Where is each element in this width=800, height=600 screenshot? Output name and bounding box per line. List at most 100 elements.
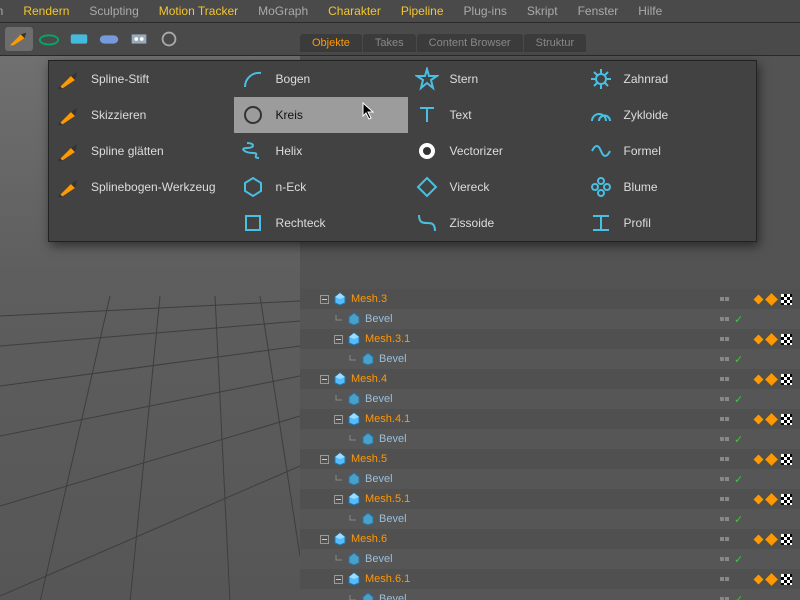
- expand-toggle-icon[interactable]: [334, 575, 343, 584]
- phong-tag-icon[interactable]: [765, 373, 778, 386]
- phong-tag-icon[interactable]: [754, 294, 764, 304]
- phong-tag-icon[interactable]: [765, 293, 778, 306]
- menu-skript[interactable]: Skript: [527, 4, 558, 18]
- uvw-tag-icon[interactable]: [781, 414, 792, 425]
- spline-spline-gl-tten[interactable]: Spline glätten: [49, 133, 234, 169]
- phong-tag-icon[interactable]: [765, 413, 778, 426]
- object-row-mesh[interactable]: Mesh.6.1: [300, 569, 800, 589]
- tool-3-icon[interactable]: [65, 27, 93, 51]
- visibility-dots-icon[interactable]: [720, 557, 729, 561]
- expand-toggle-icon[interactable]: [320, 535, 329, 544]
- spline-bogen[interactable]: Bogen: [234, 61, 408, 97]
- menu-rendern[interactable]: Rendern: [23, 4, 69, 18]
- visibility-dots-icon[interactable]: [720, 417, 729, 421]
- object-row-bevel[interactable]: Bevel✓: [300, 469, 800, 489]
- enable-check-icon[interactable]: ✓: [734, 393, 743, 406]
- uvw-tag-icon[interactable]: [781, 294, 792, 305]
- phong-tag-icon[interactable]: [754, 374, 764, 384]
- phong-tag-icon[interactable]: [765, 333, 778, 346]
- menu-pipeline[interactable]: Pipeline: [401, 4, 444, 18]
- spline-zissoide[interactable]: Zissoide: [408, 205, 582, 241]
- phong-tag-icon[interactable]: [754, 414, 764, 424]
- visibility-dots-icon[interactable]: [720, 457, 729, 461]
- object-row-mesh[interactable]: Mesh.3.1: [300, 329, 800, 349]
- menu-ren[interactable]: ren: [0, 4, 3, 18]
- spline-text[interactable]: Text: [408, 97, 582, 133]
- visibility-dots-icon[interactable]: [720, 437, 729, 441]
- phong-tag-icon[interactable]: [754, 334, 764, 344]
- visibility-dots-icon[interactable]: [720, 517, 729, 521]
- expand-toggle-icon[interactable]: [320, 295, 329, 304]
- expand-toggle-icon[interactable]: [320, 375, 329, 384]
- object-row-bevel[interactable]: Bevel✓: [300, 429, 800, 449]
- object-row-mesh[interactable]: Mesh.5.1: [300, 489, 800, 509]
- spline-skizzieren[interactable]: Skizzieren: [49, 97, 234, 133]
- tab-takes[interactable]: Takes: [363, 34, 416, 52]
- object-row-mesh[interactable]: Mesh.5: [300, 449, 800, 469]
- phong-tag-icon[interactable]: [765, 533, 778, 546]
- spline-zahnrad[interactable]: Zahnrad: [582, 61, 756, 97]
- tool-4-icon[interactable]: [95, 27, 123, 51]
- menu-fenster[interactable]: Fenster: [578, 4, 619, 18]
- enable-check-icon[interactable]: ✓: [734, 593, 743, 600]
- menu-plug-ins[interactable]: Plug-ins: [464, 4, 507, 18]
- uvw-tag-icon[interactable]: [781, 574, 792, 585]
- enable-check-icon[interactable]: ✓: [734, 553, 743, 566]
- spline-rechteck[interactable]: Rechteck: [234, 205, 408, 241]
- enable-check-icon[interactable]: ✓: [734, 433, 743, 446]
- visibility-dots-icon[interactable]: [720, 397, 729, 401]
- spline-viereck[interactable]: Viereck: [408, 169, 582, 205]
- enable-check-icon[interactable]: ✓: [734, 353, 743, 366]
- object-row-bevel[interactable]: Bevel✓: [300, 589, 800, 600]
- expand-toggle-icon[interactable]: [320, 455, 329, 464]
- object-row-mesh[interactable]: Mesh.4: [300, 369, 800, 389]
- visibility-dots-icon[interactable]: [720, 337, 729, 341]
- tab-content-browser[interactable]: Content Browser: [417, 34, 523, 52]
- spline-stern[interactable]: Stern: [408, 61, 582, 97]
- expand-toggle-icon[interactable]: [334, 495, 343, 504]
- visibility-dots-icon[interactable]: [720, 297, 729, 301]
- uvw-tag-icon[interactable]: [781, 374, 792, 385]
- object-row-mesh[interactable]: Mesh.3: [300, 289, 800, 309]
- phong-tag-icon[interactable]: [765, 573, 778, 586]
- expand-toggle-icon[interactable]: [334, 335, 343, 344]
- enable-check-icon[interactable]: ✓: [734, 513, 743, 526]
- spline-pen-tool-icon[interactable]: [5, 27, 33, 51]
- tab-objekte[interactable]: Objekte: [300, 34, 362, 52]
- tool-6-icon[interactable]: [155, 27, 183, 51]
- object-row-bevel[interactable]: Bevel✓: [300, 389, 800, 409]
- expand-toggle-icon[interactable]: [334, 415, 343, 424]
- menu-charakter[interactable]: Charakter: [328, 4, 381, 18]
- visibility-dots-icon[interactable]: [720, 497, 729, 501]
- object-row-bevel[interactable]: Bevel✓: [300, 509, 800, 529]
- object-row-bevel[interactable]: Bevel✓: [300, 349, 800, 369]
- spline-kreis[interactable]: Kreis: [234, 97, 408, 133]
- phong-tag-icon[interactable]: [765, 493, 778, 506]
- phong-tag-icon[interactable]: [754, 494, 764, 504]
- spline-spline-stift[interactable]: Spline-Stift: [49, 61, 234, 97]
- object-row-mesh[interactable]: Mesh.4.1: [300, 409, 800, 429]
- object-row-bevel[interactable]: Bevel✓: [300, 549, 800, 569]
- tool-2-icon[interactable]: [35, 27, 63, 51]
- menu-hilfe[interactable]: Hilfe: [638, 4, 662, 18]
- uvw-tag-icon[interactable]: [781, 454, 792, 465]
- visibility-dots-icon[interactable]: [720, 317, 729, 321]
- uvw-tag-icon[interactable]: [781, 534, 792, 545]
- tool-5-icon[interactable]: [125, 27, 153, 51]
- uvw-tag-icon[interactable]: [781, 494, 792, 505]
- enable-check-icon[interactable]: ✓: [734, 473, 743, 486]
- visibility-dots-icon[interactable]: [720, 577, 729, 581]
- spline-formel[interactable]: Formel: [582, 133, 756, 169]
- phong-tag-icon[interactable]: [754, 574, 764, 584]
- visibility-dots-icon[interactable]: [720, 477, 729, 481]
- object-row-mesh[interactable]: Mesh.6: [300, 529, 800, 549]
- menu-motion tracker[interactable]: Motion Tracker: [159, 4, 238, 18]
- tab-struktur[interactable]: Struktur: [524, 34, 587, 52]
- spline-vectorizer[interactable]: Vectorizer: [408, 133, 582, 169]
- phong-tag-icon[interactable]: [754, 454, 764, 464]
- spline-profil[interactable]: Profil: [582, 205, 756, 241]
- spline-zykloide[interactable]: Zykloide: [582, 97, 756, 133]
- visibility-dots-icon[interactable]: [720, 377, 729, 381]
- uvw-tag-icon[interactable]: [781, 334, 792, 345]
- spline-blume[interactable]: Blume: [582, 169, 756, 205]
